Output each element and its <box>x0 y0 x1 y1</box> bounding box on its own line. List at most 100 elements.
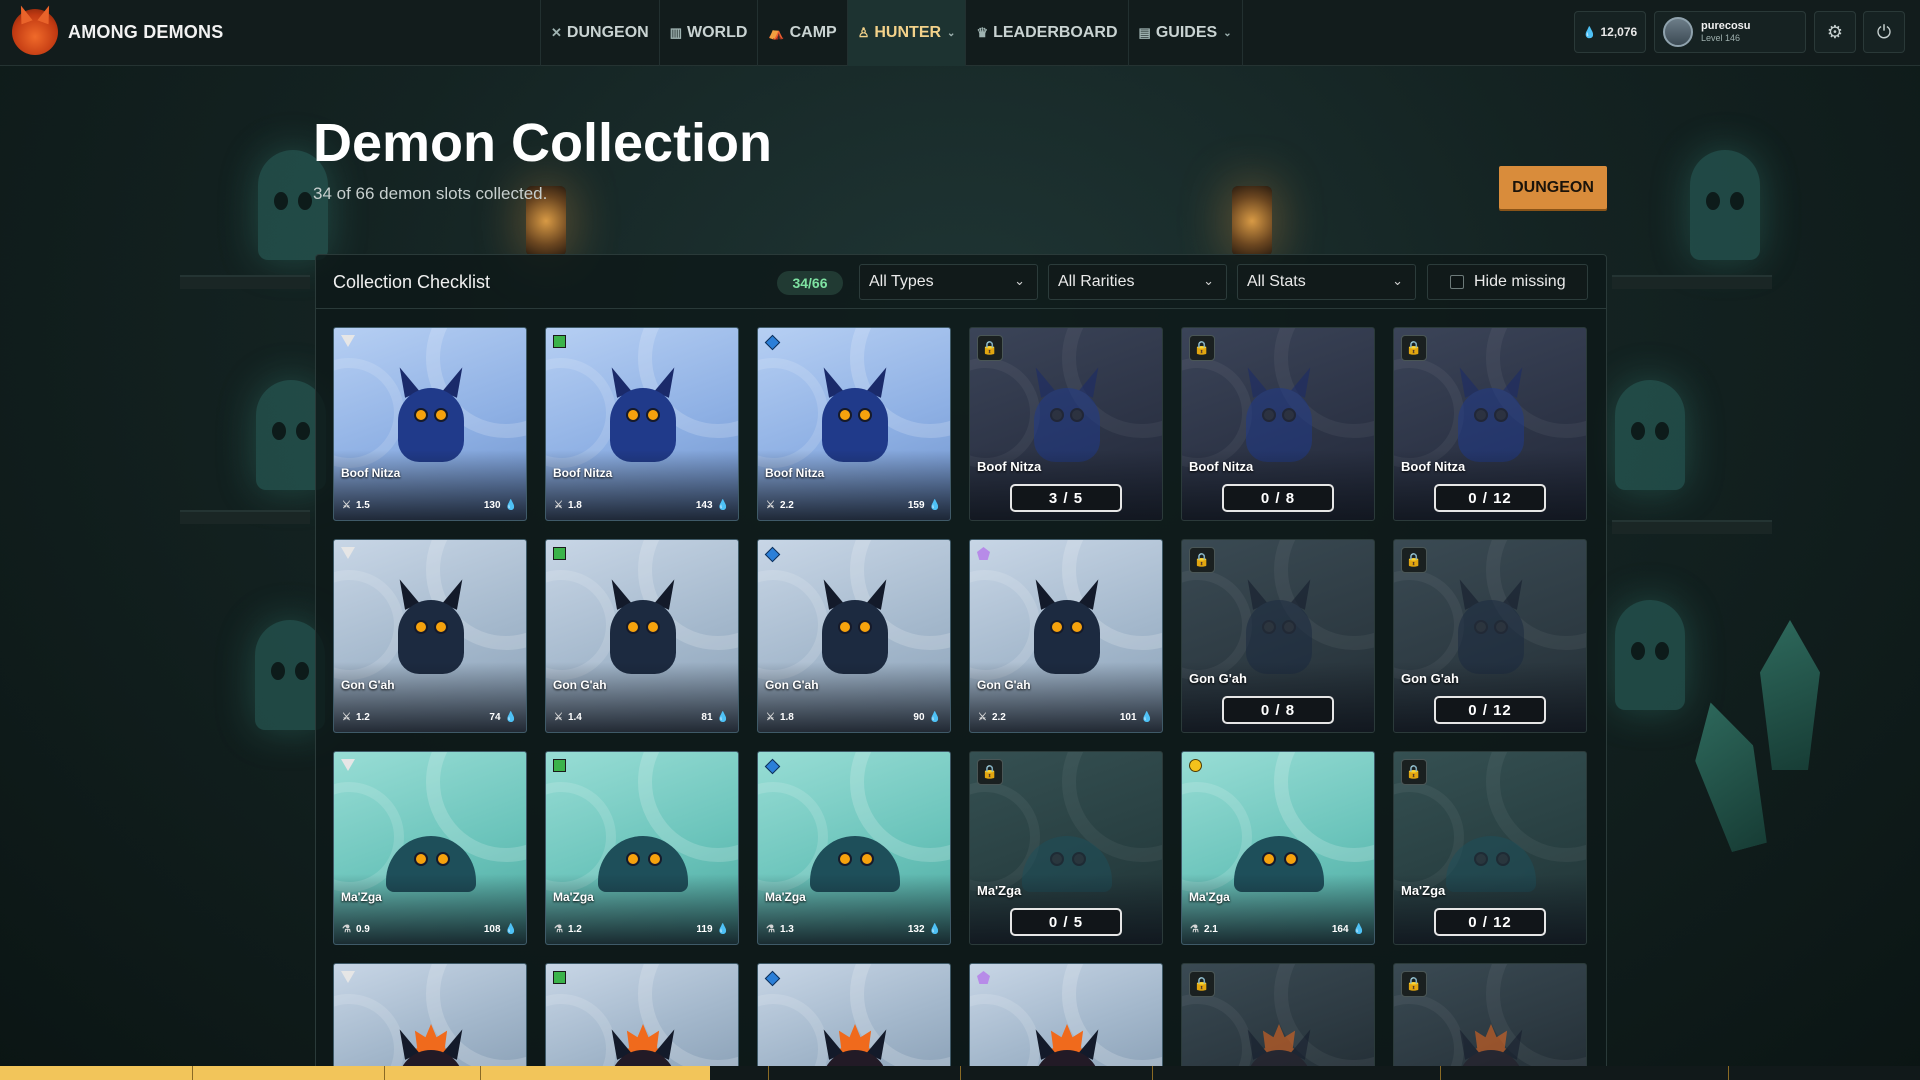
lock-icon: 🔒 <box>1189 547 1215 573</box>
demon-stat: ⚔ 1.5 <box>342 500 370 511</box>
lock-icon: 🔒 <box>1401 335 1427 361</box>
demon-name: Ma'Zga <box>1401 883 1446 898</box>
brand[interactable]: AMONG DEMONS <box>12 9 223 55</box>
tent-icon: ⛺ <box>768 25 785 40</box>
demon-value-number: 130 <box>483 500 501 511</box>
demon-value: 101 💧 <box>1120 712 1153 723</box>
demon-stat-value: 1.2 <box>355 712 370 723</box>
collection-progress-pill: 0 / 12 <box>1434 484 1546 512</box>
nav-camp[interactable]: ⛺ CAMP <box>757 0 846 66</box>
demon-card[interactable] <box>969 963 1163 1080</box>
demon-stat: ⚗ 1.2 <box>554 924 582 935</box>
nav-dungeon[interactable]: ✕ DUNGEON <box>540 0 659 66</box>
nav-guides[interactable]: ▤ GUIDES ⌄ <box>1127 0 1243 66</box>
rarity-rare-icon <box>764 758 781 775</box>
soul-drop-icon: 💧 <box>928 924 941 935</box>
rarity-filter-select[interactable]: All Rarities ⌄ <box>1048 264 1227 300</box>
soul-drop-icon: 💧 <box>504 712 517 723</box>
demon-card[interactable] <box>757 963 951 1080</box>
demon-card[interactable]: 🔒 Gon G'ah 0 / 12 <box>1393 539 1587 733</box>
rarity-epic-icon <box>977 547 990 560</box>
demon-stat-value: 2.2 <box>779 500 794 511</box>
demon-card[interactable]: Boof Nitza ⚔ 2.2 159 💧 <box>757 327 951 521</box>
demon-card[interactable]: 🔒 Ma'Zga 0 / 12 <box>1393 751 1587 945</box>
settings-button[interactable]: ⚙ <box>1814 11 1856 53</box>
demon-card[interactable]: Boof Nitza ⚔ 1.8 143 💧 <box>545 327 739 521</box>
demon-value: 164 💧 <box>1332 924 1365 935</box>
rarity-uncommon-icon <box>553 335 566 348</box>
soul-drop-icon: 💧 <box>716 924 729 935</box>
nav-label: DUNGEON <box>566 24 649 41</box>
demon-card[interactable]: Ma'Zga ⚗ 1.3 132 💧 <box>757 751 951 945</box>
main-nav: ✕ DUNGEON ▥ WORLD ⛺ CAMP ♙ HUNTER ⌄ ♛ LEADERBOARD ▤… <box>540 0 1243 66</box>
power-icon: ⏻ <box>1876 21 1892 42</box>
dungeon-button[interactable]: DUNGEON <box>1499 166 1607 209</box>
nav-world[interactable]: ▥ WORLD <box>658 0 758 66</box>
lock-icon: 🔒 <box>977 335 1003 361</box>
demon-stat-value: 2.1 <box>1203 924 1218 935</box>
demon-name: Boof Nitza <box>1401 459 1466 474</box>
demon-card[interactable]: Ma'Zga ⚗ 2.1 164 💧 <box>1181 751 1375 945</box>
demon-value-number: 119 <box>696 924 713 935</box>
username: purecosu <box>1701 20 1751 32</box>
ghost-jar-decoration <box>1615 600 1685 710</box>
demon-card[interactable]: 🔒 Boof Nitza 0 / 8 <box>1181 327 1375 521</box>
demon-stat-value: 1.4 <box>567 712 582 723</box>
shelf-decoration <box>180 275 310 289</box>
demon-card[interactable]: Boof Nitza ⚔ 1.5 130 💧 <box>333 327 527 521</box>
hide-missing-label: Hide missing <box>1474 273 1566 290</box>
demon-card[interactable]: 🔒 <box>1393 963 1587 1080</box>
trophy-icon: ♛ <box>976 25 989 40</box>
hide-missing-toggle[interactable]: Hide missing <box>1427 264 1588 300</box>
collection-progress-pill: 0 / 5 <box>1010 908 1122 936</box>
demon-card[interactable]: Gon G'ah ⚔ 1.8 90 💧 <box>757 539 951 733</box>
collection-progress-pill: 0 / 8 <box>1222 696 1334 724</box>
demon-name: Gon G'ah <box>1401 671 1459 686</box>
currency-display[interactable]: 💧 12,076 <box>1574 11 1646 53</box>
progress-tick <box>1152 1066 1153 1080</box>
demon-card[interactable]: Ma'Zga ⚗ 1.2 119 💧 <box>545 751 739 945</box>
demon-card[interactable]: 🔒 Ma'Zga 0 / 5 <box>969 751 1163 945</box>
demon-card[interactable]: Gon G'ah ⚔ 2.2 101 💧 <box>969 539 1163 733</box>
user-profile-button[interactable]: purecosu Level 146 <box>1654 11 1806 53</box>
logout-button[interactable]: ⏻ <box>1863 11 1905 53</box>
demon-name: Ma'Zga <box>1189 890 1230 904</box>
top-navigation-bar: AMONG DEMONS ✕ DUNGEON ▥ WORLD ⛺ CAMP ♙ HUNTER ⌄… <box>0 0 1920 66</box>
demon-stat-value: 1.3 <box>779 924 794 935</box>
person-icon: ♙ <box>857 25 870 40</box>
nav-hunter[interactable]: ♙ HUNTER ⌄ <box>846 0 966 66</box>
type-filter-select[interactable]: All Types ⌄ <box>859 264 1038 300</box>
shelf-decoration <box>180 510 310 524</box>
chevron-down-icon: ⌄ <box>1392 273 1403 288</box>
demon-name: Boof Nitza <box>1189 459 1254 474</box>
demon-value-number: 132 <box>907 924 925 935</box>
nav-leaderboard[interactable]: ♛ LEADERBOARD <box>965 0 1127 66</box>
demon-card[interactable] <box>333 963 527 1080</box>
user-level: Level 146 <box>1701 33 1741 44</box>
demon-card[interactable] <box>545 963 739 1080</box>
demon-value: 74 💧 <box>489 712 517 723</box>
lock-icon: 🔒 <box>1401 971 1427 997</box>
crossed-swords-icon: ⚔ <box>978 712 987 723</box>
demon-value: 119 💧 <box>696 924 729 935</box>
demon-name: Ma'Zga <box>765 890 806 904</box>
demon-card[interactable]: 🔒 Gon G'ah 0 / 8 <box>1181 539 1375 733</box>
demon-value-number: 159 <box>907 500 925 511</box>
demon-value: 81 💧 <box>701 712 729 723</box>
demon-card[interactable]: 🔒 Boof Nitza 0 / 12 <box>1393 327 1587 521</box>
demon-card[interactable]: Gon G'ah ⚔ 1.2 74 💧 <box>333 539 527 733</box>
demon-value: 143 💧 <box>696 500 729 511</box>
demon-card[interactable]: 🔒 Boof Nitza 3 / 5 <box>969 327 1163 521</box>
rarity-epic-icon <box>977 971 990 984</box>
soul-drop-icon: 💧 <box>716 500 729 511</box>
demon-card[interactable]: Ma'Zga ⚗ 0.9 108 💧 <box>333 751 527 945</box>
stat-filter-select[interactable]: All Stats ⌄ <box>1237 264 1416 300</box>
demon-stat: ⚔ 1.2 <box>342 712 370 723</box>
demon-card[interactable]: 🔒 <box>1181 963 1375 1080</box>
crossed-swords-icon: ⚔ <box>342 712 351 723</box>
crossed-swords-icon: ⚔ <box>554 500 563 511</box>
demon-stat-value: 1.8 <box>779 712 794 723</box>
demon-card[interactable]: Gon G'ah ⚔ 1.4 81 💧 <box>545 539 739 733</box>
chevron-down-icon: ⌄ <box>947 27 956 39</box>
hide-missing-checkbox[interactable] <box>1450 275 1464 289</box>
